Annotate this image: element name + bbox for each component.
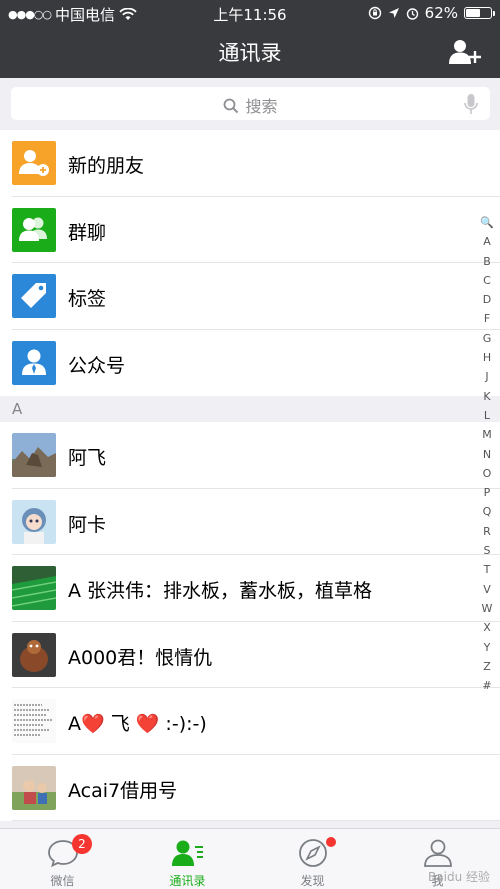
index-letter[interactable]: Y — [480, 638, 494, 657]
search-input[interactable]: 搜索 — [11, 87, 490, 120]
battery-icon — [464, 7, 495, 19]
status-bar: ●●●○○ 中国电信 上午11:56 62% — [0, 0, 500, 26]
divider — [12, 820, 500, 821]
index-letter[interactable]: G — [480, 329, 494, 348]
index-letter[interactable]: O — [480, 464, 494, 483]
tab-label: 通讯录 — [169, 874, 206, 888]
contact-name: A 张洪伟：排水板，蓄水板，植草格 — [68, 580, 373, 602]
watermark: Baidu 经验 — [428, 870, 490, 884]
contact-name: A❤️ 飞 ❤️ :-):-) — [68, 713, 207, 735]
avatar — [12, 566, 56, 610]
contact-list: 新的朋友 群聊 标签 公众号 A 阿飞 阿卡 A 张洪伟：排水板，蓄水板，植草格… — [0, 130, 500, 821]
tags-label: 标签 — [68, 288, 107, 310]
contact-row[interactable]: A000君！恨情仇 — [0, 621, 500, 688]
index-letter[interactable]: K — [480, 387, 494, 406]
index-letter[interactable]: X — [480, 618, 494, 637]
location-icon — [388, 8, 399, 18]
contact-row[interactable]: 阿飞 — [0, 422, 500, 489]
contact-row[interactable]: A 张洪伟：排水板，蓄水板，植草格 — [0, 555, 500, 622]
alphabet-index[interactable]: 🔍 A B C D F G H J K L M N O P Q R S T V W X Y Z # — [480, 213, 494, 695]
contact-name: A000君！恨情仇 — [68, 646, 213, 669]
new-friends-label: 新的朋友 — [68, 155, 145, 177]
index-letter[interactable]: # — [480, 676, 494, 695]
contact-row[interactable]: 阿卡 — [0, 488, 500, 555]
avatar — [12, 699, 56, 743]
index-letter[interactable]: F — [480, 309, 494, 328]
index-letter[interactable]: S — [480, 541, 494, 560]
section-header: A — [0, 396, 500, 422]
new-friends-item[interactable]: 新的朋友 — [0, 130, 500, 197]
tab-bar: 2 微信 通讯录 发现 我 Baidu 经验 — [0, 828, 500, 889]
official-accounts-label: 公众号 — [68, 354, 126, 377]
index-letter[interactable]: T — [480, 560, 494, 579]
index-letter[interactable]: 🔍 — [480, 213, 494, 232]
tab-chats[interactable]: 2 微信 — [0, 829, 125, 889]
battery-percent: 62% — [424, 4, 458, 22]
index-letter[interactable]: P — [480, 483, 494, 502]
tags-item[interactable]: 标签 — [0, 263, 500, 330]
contact-row[interactable]: Acai7借用号 — [0, 754, 500, 821]
add-friend-button[interactable] — [448, 38, 482, 66]
index-letter[interactable]: D — [480, 290, 494, 309]
compass-icon — [298, 839, 327, 867]
avatar — [12, 632, 56, 677]
group-chat-item[interactable]: 群聊 — [0, 196, 500, 263]
index-letter[interactable]: C — [480, 271, 494, 290]
index-letter[interactable]: J — [480, 367, 494, 386]
index-letter[interactable]: V — [480, 580, 494, 599]
index-letter[interactable]: L — [480, 406, 494, 425]
index-letter[interactable]: W — [480, 599, 494, 618]
index-letter[interactable]: A — [480, 232, 494, 251]
notification-dot — [326, 837, 336, 847]
contacts-icon — [171, 840, 203, 866]
tag-icon — [12, 274, 56, 318]
microphone-icon[interactable] — [464, 93, 478, 115]
tab-discover[interactable]: 发现 — [250, 829, 375, 889]
group-chat-icon — [12, 207, 56, 252]
official-account-icon — [12, 340, 56, 385]
alarm-icon — [406, 7, 418, 20]
rotation-lock-icon — [368, 6, 381, 20]
index-letter[interactable]: R — [480, 522, 494, 541]
contact-row[interactable]: A❤️ 飞 ❤️ :-):-) — [0, 688, 500, 755]
avatar — [12, 499, 56, 544]
index-letter[interactable]: M — [480, 425, 494, 444]
contact-name: Acai7借用号 — [68, 779, 178, 802]
battery-fill — [466, 9, 481, 17]
index-letter[interactable]: B — [480, 252, 494, 271]
search-placeholder: 搜索 — [245, 97, 278, 116]
profile-icon — [423, 839, 452, 867]
tab-label: 微信 — [50, 874, 75, 888]
tab-contacts[interactable]: 通讯录 — [125, 829, 250, 889]
unread-badge: 2 — [72, 834, 92, 854]
new-friends-icon — [12, 141, 56, 185]
official-accounts-item[interactable]: 公众号 — [0, 329, 500, 396]
contact-name: 阿卡 — [68, 513, 107, 536]
avatar — [12, 433, 56, 477]
page-title: 通讯录 — [218, 41, 282, 65]
contact-name: 阿飞 — [68, 447, 107, 469]
index-letter[interactable]: N — [480, 445, 494, 464]
search-icon — [223, 98, 239, 118]
index-letter[interactable]: Q — [480, 502, 494, 521]
index-letter[interactable]: H — [480, 348, 494, 367]
search-area: 搜索 — [0, 78, 500, 130]
avatar — [12, 765, 56, 810]
nav-bar: 通讯录 — [0, 26, 500, 78]
tab-label: 发现 — [300, 874, 325, 888]
group-chat-label: 群聊 — [68, 221, 107, 244]
index-letter[interactable]: Z — [480, 657, 494, 676]
